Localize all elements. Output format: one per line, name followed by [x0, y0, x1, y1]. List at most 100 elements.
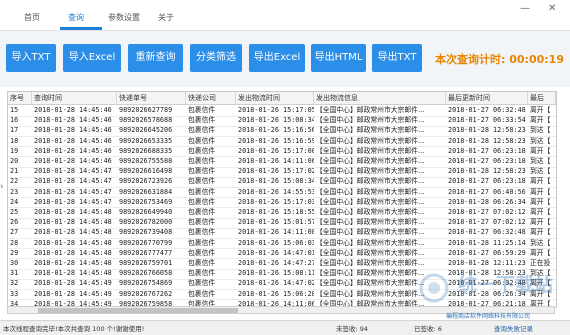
column-header[interactable]: 发出物流时间 [236, 92, 314, 104]
table-cell: 2018-01-28 14:45:47 [34, 187, 112, 196]
table-cell: 包裹信件 [188, 228, 216, 237]
table-cell: 【全国中心】邮政常州市大宗邮件... [316, 126, 425, 135]
table-cell: 2018-01-26 15:17:05 [238, 106, 314, 114]
category-filter-button[interactable]: 分类筛选 [190, 44, 242, 72]
table-cell: 25 [10, 208, 19, 216]
tab-home[interactable]: 首页 [24, 11, 40, 25]
table-cell: 2018-01-28 11:25:14 [448, 238, 526, 247]
table-cell: 【全国中心】邮政常州市大宗邮件... [316, 218, 425, 227]
table-cell: 2018-01-28 14:45:48 [34, 238, 112, 247]
table-cell: 包裹信件 [188, 146, 216, 155]
table-cell: 2018-01-28 14:45:46 [34, 126, 112, 135]
close-icon[interactable]: ✕ [548, 3, 556, 14]
table-cell: 2018-01-27 06:32:48 [448, 228, 526, 237]
table-cell: 24 [10, 197, 19, 206]
column-header[interactable]: 快递单号 [117, 92, 186, 104]
table-cell: 22 [10, 177, 19, 186]
requery-button[interactable]: 重新查询 [128, 44, 183, 72]
table-cell: 27 [10, 228, 19, 237]
unsigned-count: 未签收: 94 [336, 325, 369, 333]
table-cell: 2018-01-28 14:45:47 [34, 197, 112, 206]
table-cell: 2018-01-27 06:23:18 [448, 177, 526, 186]
table-cell: 2018-01-28 14:45:46 [34, 157, 112, 165]
column-header[interactable]: 发出物流信息 [314, 92, 446, 104]
table-cell: 2018-01-28 14:45:49 [34, 279, 112, 288]
table-cell: 20 [10, 157, 19, 165]
column-header[interactable]: 最后更新时间 [446, 92, 528, 104]
table-cell: 2018-01-28 14:45:49 [34, 289, 112, 298]
table-cell: 9892026753469 [119, 197, 173, 206]
tab-settings[interactable]: 参数设置 [108, 11, 140, 25]
table-cell: 包裹信件 [188, 106, 216, 114]
table-cell: 到达【 [530, 126, 551, 135]
table-cell: 【全国中心】邮政常州市大宗邮件... [316, 197, 425, 206]
table-cell: 离开【 [530, 218, 551, 227]
table-cell: 33 [10, 289, 19, 298]
scrollbar-thumb[interactable] [38, 308, 238, 313]
table-cell: 包裹信件 [188, 157, 216, 165]
minimize-icon[interactable]: — [520, 3, 530, 14]
table-cell: 包裹信件 [188, 187, 216, 196]
table-cell: 9892026754869 [119, 279, 173, 288]
export-txt-button[interactable]: 导出TXT [372, 44, 422, 72]
table-cell: 32 [10, 279, 19, 288]
query-timer: 本次查询计时: 00:00:19 [435, 51, 564, 67]
table-cell: 离开【 [530, 187, 551, 196]
table-cell: 2018-01-26 15:16:59 [238, 136, 314, 145]
table-cell: 2018-01-26 15:17:00 [238, 146, 314, 155]
table-cell: 2018-01-27 06:23:18 [448, 157, 526, 165]
active-tab-indicator [60, 27, 102, 30]
column-header[interactable]: 快递公司 [186, 92, 236, 104]
table-cell: 2018-01-28 12:58:23 [448, 167, 526, 176]
table-cell: 包裹信件 [188, 218, 216, 227]
table-cell: 2018-01-28 14:45:47 [34, 177, 112, 186]
table-cell: 离开【 [530, 116, 551, 125]
table-cell: 离开【 [530, 106, 551, 114]
table-cell: 【全国中心】邮政常州市大宗邮件... [316, 157, 425, 165]
table-cell: 9892026649940 [119, 208, 173, 216]
table-cell: 9892026688335 [119, 146, 173, 155]
table-cell: 2018-01-26 15:06:03 [238, 238, 314, 247]
export-excel-button[interactable]: 导出Excel [249, 44, 305, 72]
table-cell: 2018-01-28 14:45:47 [34, 167, 112, 176]
table-cell: 2018-01-26 15:08:11 [238, 269, 314, 278]
table-cell: 9892026770799 [119, 238, 173, 247]
table-cell: 9892026755588 [119, 157, 173, 165]
table-cell: 2018-01-28 06:26:34 [448, 197, 526, 206]
table-cell: 包裹信件 [188, 208, 216, 216]
table-cell: 【全国中心】邮政常州市大宗邮件... [316, 116, 425, 125]
column-header[interactable]: 最后 [528, 92, 556, 104]
table-cell: 离开【 [530, 177, 551, 186]
table-cell: 2018-01-26 15:16:56 [238, 126, 314, 135]
table-cell: 2018-01-27 06:23:18 [448, 146, 526, 155]
import-txt-button[interactable]: 导入TXT [6, 44, 56, 72]
table-cell: 2018-01-27 07:02:12 [448, 218, 526, 227]
table-cell: 9892026645206 [119, 126, 173, 135]
table-cell: 2018-01-28 14:45:48 [34, 218, 112, 227]
table-cell: 2018-01-28 12:11:23 [448, 259, 526, 267]
import-excel-button[interactable]: 导入Excel [63, 44, 121, 72]
column-header[interactable]: 查询时间 [32, 92, 117, 104]
collapse-arrow-icon[interactable]: › [0, 180, 7, 194]
table-cell: 【全国中心】邮政常州市大宗邮件... [316, 248, 425, 257]
tab-about[interactable]: 关于 [158, 11, 174, 25]
table-cell: 2018-01-28 14:45:48 [34, 269, 112, 278]
table-cell: 9892026759701 [119, 259, 173, 267]
export-html-button[interactable]: 导出HTML [311, 44, 366, 72]
table-cell: 9892026739408 [119, 228, 173, 237]
table-cell: 到达【 [530, 136, 551, 145]
status-message: 本次线程查询完毕!本次共查询 100 个!谢谢使用! [3, 325, 145, 333]
column-header[interactable]: 序号 [8, 92, 32, 104]
table-cell: 包裹信件 [188, 259, 216, 267]
table-cell: 2018-01-28 14:45:46 [34, 116, 112, 125]
failed-records-link[interactable]: 查询失败记录 [494, 323, 533, 333]
table-cell: 2018-01-26 15:01:57 [238, 218, 314, 227]
table-cell: 2018-01-26 15:17:03 [238, 197, 314, 206]
table-cell: 2018-01-28 14:45:46 [34, 106, 112, 114]
tab-query[interactable]: 查询 [68, 11, 84, 25]
table-cell: 9892026627789 [119, 106, 173, 114]
watermark-text: 统一下载站 [458, 274, 554, 296]
table-cell: 2018-01-28 14:45:48 [34, 208, 112, 216]
status-bar: 本次线程查询完毕!本次共查询 100 个!谢谢使用! 未签收: 94 已签收: … [0, 320, 570, 335]
table-cell: 2018-01-26 15:08:34 [238, 116, 314, 125]
